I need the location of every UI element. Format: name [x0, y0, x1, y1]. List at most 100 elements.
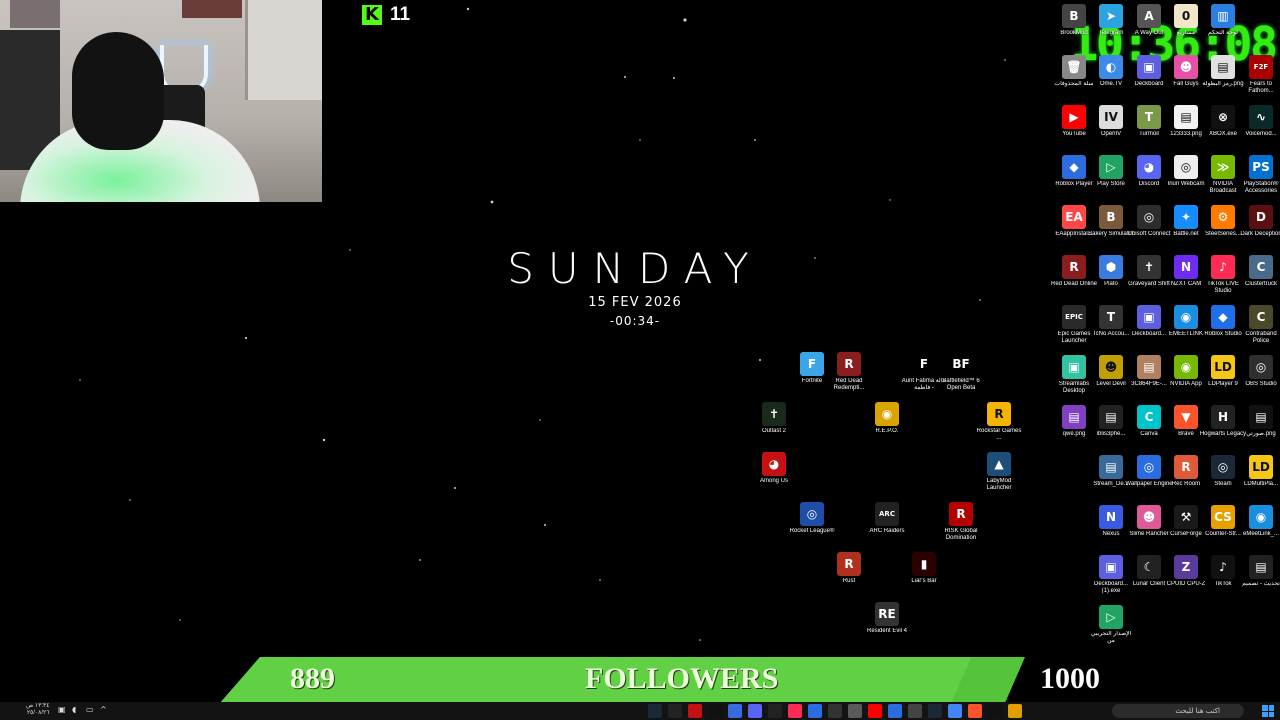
taskbar-app-icon[interactable] [948, 704, 962, 718]
desktop-icon-app[interactable]: ▤ تحديث - تصميم [1237, 555, 1280, 588]
obs-studio-icon: ◎ [1249, 355, 1273, 379]
roblox-studio-icon: ◆ [1211, 305, 1235, 329]
rocket-league-icon: ◎ [800, 502, 824, 526]
webcam-poster [182, 0, 242, 18]
desktop-icon-label: لوحة التحكم [1207, 30, 1238, 36]
desktop-icon-liar-s-bar[interactable]: ▮ Liar's Bar [900, 552, 948, 585]
taskbar-app-icon[interactable] [728, 704, 742, 718]
taskbar-app-icon[interactable] [1008, 704, 1022, 718]
tiktok-icon: ♪ [1211, 555, 1235, 579]
webcam-poster [10, 0, 60, 28]
desktop-icon-app[interactable]: ▷ الإصدار التجريبي من [1087, 605, 1135, 645]
desktop-icon-label: Red Dead Redempti... [833, 378, 865, 391]
taskbar-app-icon[interactable] [708, 704, 722, 718]
plato-icon: ⬢ [1099, 255, 1123, 279]
desktop-icon-rocket-league[interactable]: ◎ Rocket League® [788, 502, 836, 535]
rockstar-games-icon: R [987, 402, 1011, 426]
desktop-icon-label: Contraband Police [1245, 331, 1277, 344]
desktop-icon-contraband-police[interactable]: C Contraband Police [1237, 305, 1280, 345]
3c864f9e-icon: ▤ [1137, 355, 1161, 379]
labymod-launcher-icon: ▲ [987, 452, 1011, 476]
chevron-up-icon[interactable]: ^ [100, 705, 108, 715]
epic-games-launcher-icon: EPIC [1062, 305, 1086, 329]
taskbar-app-icon[interactable] [668, 704, 682, 718]
volume-icon[interactable]: ◖ [72, 705, 80, 715]
desktop-icon-label: Rockstar Games ... [976, 428, 1022, 441]
taskbar-clock[interactable]: ١٣:٣٤ ص ٢٥/٠٨/٢٦ [26, 703, 49, 717]
steam-icon: ◎ [1211, 455, 1235, 479]
desktop-icon-arc-raiders[interactable]: ARC ARC Raiders [863, 502, 911, 535]
desktop-icon-playstation-accessories[interactable]: PS PlayStation® Accessories [1237, 155, 1280, 195]
desktop-icon-voicemod[interactable]: ∿ Voicemod... [1237, 105, 1280, 138]
brookmod-icon: B [1062, 4, 1086, 28]
taskbar-app-icon[interactable] [848, 704, 862, 718]
taskbar-app-icon[interactable] [908, 704, 922, 718]
desktop-icon-label: eMeetLink_... [1242, 531, 1280, 537]
nvidia-app-icon: ◉ [1174, 355, 1198, 379]
taskbar-app-icon[interactable] [928, 704, 942, 718]
desktop-icon-rockstar-games[interactable]: R Rockstar Games ... [975, 402, 1023, 442]
xbox-exe-icon: ⊗ [1211, 105, 1235, 129]
desktop-icon-resident-evil-4[interactable]: RE Resident Evil 4 [863, 602, 911, 635]
bakery-simulator-icon: B [1099, 205, 1123, 229]
ldmultipla-icon: LD [1249, 455, 1273, 479]
taskbar-app-icon[interactable] [808, 704, 822, 718]
app-icon: ▥ [1211, 4, 1235, 28]
taskbar-app-icon[interactable] [868, 704, 882, 718]
wallpaper-engine-icon: ◎ [1137, 455, 1161, 479]
stream-de-icon: ▤ [1099, 455, 1123, 479]
counter-str-icon: CS [1211, 505, 1235, 529]
battery-icon[interactable]: ▭ [86, 705, 94, 715]
desktop-icon-emeetlink[interactable]: ◉ eMeetLink_... [1237, 505, 1280, 538]
taskbar-app-icon[interactable] [788, 704, 802, 718]
deckboard-icon: ▣ [1137, 55, 1161, 79]
desktop-icon-risk-global-domination[interactable]: R RISK Global Domination [937, 502, 985, 542]
taskbar-app-icon[interactable] [648, 704, 662, 718]
a-way-out-icon: A [1137, 4, 1161, 28]
desktop-icon-app[interactable]: ▥ لوحة التحكم [1199, 4, 1247, 37]
taskbar-app-icon[interactable] [688, 704, 702, 718]
taskbar-search-box[interactable]: اكتب هنا للبحث [1112, 704, 1244, 718]
taskbar-app-icon[interactable] [968, 704, 982, 718]
desktop-icon-clustertruck[interactable]: C Clustertruck [1237, 255, 1280, 288]
desktop-icon-r-e-p-o[interactable]: ◉ R.E.P.O. [863, 402, 911, 435]
aunt-fatima-icon: F [912, 352, 936, 376]
network-icon[interactable]: ▣ [58, 705, 66, 715]
lunar-client-icon: ☾ [1137, 555, 1161, 579]
desktop-icon-label: Among Us [759, 478, 788, 484]
iblis3phe-icon: ▤ [1099, 405, 1123, 429]
battlefield-6-open-beta-icon: BF [949, 352, 973, 376]
fortnite-icon: F [800, 352, 824, 376]
desktop-icon-outlast-2[interactable]: ✝ Outlast 2 [750, 402, 798, 435]
desktop-icon-dark-deception[interactable]: D Dark Deception [1237, 205, 1280, 238]
desktop-icon-red-dead-redempti[interactable]: R Red Dead Redempti... [825, 352, 873, 392]
followers-goal: 1000 [1040, 662, 1100, 695]
desktop-icon-label: Rocket League® [789, 528, 835, 534]
desktop-icon-png[interactable]: ▤ صورتي.png [1237, 405, 1280, 438]
desktop-icon-label: Voicemod... [1245, 131, 1277, 137]
taskbar-app-icon[interactable] [888, 704, 902, 718]
desktop-icon-fears-to-fathom[interactable]: F2F Fears to Fathom... [1237, 55, 1280, 95]
desktop-icon-label: Resident Evil 4 [866, 628, 908, 634]
desktop-icon-rust[interactable]: R Rust [825, 552, 873, 585]
desktop-icon-among-us[interactable]: ◕ Among Us [750, 452, 798, 485]
arc-raiders-icon: ARC [875, 502, 899, 526]
taskbar-app-icon[interactable] [768, 704, 782, 718]
desktop-icon-battlefield-6-open-beta[interactable]: BF Battlefield™ 6 Open Beta [937, 352, 985, 392]
system-tray: ▣ ◖ ▭ ^ [58, 705, 108, 715]
taskbar-apps [648, 704, 1022, 718]
widget-date: 15 FEV 2026 [588, 295, 682, 310]
desktop-icon-obs-studio[interactable]: ◎ OBS Studio [1237, 355, 1280, 388]
rec-room-icon: R [1174, 455, 1198, 479]
battle-net-icon: ✦ [1174, 205, 1198, 229]
taskbar-app-icon[interactable] [988, 704, 1002, 718]
discord-icon: ◕ [1137, 155, 1161, 179]
desktop-icon-labymod-launcher[interactable]: ▲ LabyMod Launcher [975, 452, 1023, 492]
desktop-icon-ldmultipla[interactable]: LD LDMultiPla... [1237, 455, 1280, 488]
taskbar-app-icon[interactable] [748, 704, 762, 718]
voicemod-icon: ∿ [1249, 105, 1273, 129]
desktop-icon-label: Rust [842, 578, 856, 584]
liar-s-bar-icon: ▮ [912, 552, 936, 576]
taskbar-app-icon[interactable] [828, 704, 842, 718]
start-button[interactable] [1262, 705, 1274, 717]
